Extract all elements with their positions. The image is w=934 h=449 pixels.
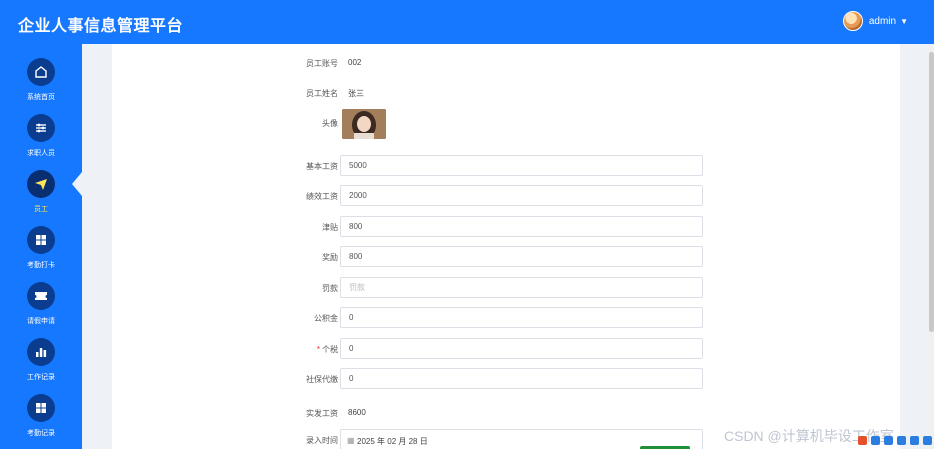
sidebar-item-label: 请假申请 (27, 318, 55, 325)
sidebar-item-attendance-checkin[interactable]: 考勤打卡 (0, 226, 82, 282)
scrollbar-thumb[interactable] (929, 52, 934, 332)
employee-no-value: 002 (348, 58, 362, 67)
sidebar-item-leave-request[interactable]: 请假申请 (0, 282, 82, 338)
employee-name-row: 员工姓名 张三 (112, 82, 900, 104)
sidebar-item-label: 考勤记录 (27, 430, 55, 437)
employee-name-label: 员工姓名 (306, 89, 338, 98)
top-bar: 企业人事信息管理平台 admin ▼ (0, 0, 934, 44)
housing-fund-row: 公积金 (112, 307, 900, 329)
sidebar-item-employees[interactable]: 员工 (0, 170, 82, 226)
sidebar-item-home[interactable]: 系统首页 (0, 58, 82, 114)
username[interactable]: admin (869, 16, 896, 27)
housing-fund-label: 公积金 (314, 314, 338, 323)
chevron-down-icon[interactable]: ▼ (900, 17, 908, 26)
avatar[interactable] (842, 11, 863, 31)
income-tax-label: 个税 (322, 345, 338, 354)
net-salary-label: 实发工资 (306, 409, 338, 418)
social-security-row: 社保代缴 (112, 368, 900, 390)
tray-icon (923, 436, 932, 445)
allowance-input[interactable] (340, 216, 703, 237)
employee-no-row: 员工账号 002 (112, 52, 900, 74)
calendar-icon: ▦ (347, 436, 355, 445)
system-tray (858, 436, 932, 445)
sidebar-item-label: 工作记录 (27, 374, 55, 381)
sidebar-item-attendance-records[interactable]: 考勤记录 (0, 394, 82, 449)
tray-icon (884, 436, 893, 445)
sidebar-item-work-log[interactable]: 工作记录 (0, 338, 82, 394)
performance-salary-input[interactable] (340, 185, 703, 206)
allowance-label: 津贴 (322, 223, 338, 232)
entry-time-label: 录入时间 (306, 436, 338, 445)
user-menu[interactable]: admin ▼ (842, 11, 908, 31)
active-indicator (72, 172, 82, 196)
photo-row: 头像 (112, 112, 900, 134)
income-tax-row: * 个税 (112, 338, 900, 360)
penalty-label: 罚款 (322, 284, 338, 293)
photo-label: 头像 (322, 119, 338, 128)
grid-icon (27, 226, 55, 254)
required-mark: * (316, 345, 320, 354)
employee-name-value: 张三 (348, 89, 364, 98)
sidebar-item-label: 求职人员 (27, 150, 55, 157)
housing-fund-input[interactable] (340, 307, 703, 328)
net-salary-value: 8600 (348, 408, 366, 417)
social-security-input[interactable] (340, 368, 703, 389)
bonus-row: 奖励 (112, 246, 900, 268)
allowance-row: 津贴 (112, 216, 900, 238)
sidebar-item-label: 员工 (34, 206, 48, 213)
page-scrollbar[interactable] (929, 44, 934, 449)
base-salary-row: 基本工资 (112, 155, 900, 177)
home-icon (27, 58, 55, 86)
performance-salary-label: 绩效工资 (306, 192, 338, 201)
sidebar: 系统首页 求职人员 员工 考勤打卡 请假申请 工作记录 考勤记录 (0, 44, 82, 449)
performance-salary-row: 绩效工资 (112, 185, 900, 207)
paper-plane-icon (27, 170, 55, 198)
employee-no-label: 员工账号 (306, 59, 338, 68)
ticket-icon (27, 282, 55, 310)
base-salary-label: 基本工资 (306, 162, 338, 171)
bar-chart-icon (27, 338, 55, 366)
bonus-label: 奖励 (322, 253, 338, 262)
income-tax-label-wrap: * 个税 (262, 344, 338, 355)
sidebar-item-applicants[interactable]: 求职人员 (0, 114, 82, 170)
base-salary-input[interactable] (340, 155, 703, 176)
penalty-input[interactable] (340, 277, 703, 298)
tray-icon (871, 436, 880, 445)
bonus-input[interactable] (340, 246, 703, 267)
employee-photo[interactable] (342, 109, 386, 139)
sliders-icon (27, 114, 55, 142)
social-security-label: 社保代缴 (306, 375, 338, 384)
tray-icon (897, 436, 906, 445)
tray-icon (910, 436, 919, 445)
app-title: 企业人事信息管理平台 (18, 18, 184, 35)
sidebar-item-label: 考勤打卡 (27, 262, 55, 269)
grid-icon (27, 394, 55, 422)
penalty-row: 罚款 (112, 277, 900, 299)
net-salary-row: 实发工资 8600 (112, 402, 900, 424)
sogou-icon (858, 436, 867, 445)
income-tax-input[interactable] (340, 338, 703, 359)
sidebar-item-label: 系统首页 (27, 94, 55, 101)
employee-detail-form: 员工账号 002 员工姓名 张三 头像 基本工资 绩效工资 津贴 奖励 罚款 (112, 44, 900, 449)
entry-time-value: 2025 年 02 月 28 日 (357, 437, 428, 446)
